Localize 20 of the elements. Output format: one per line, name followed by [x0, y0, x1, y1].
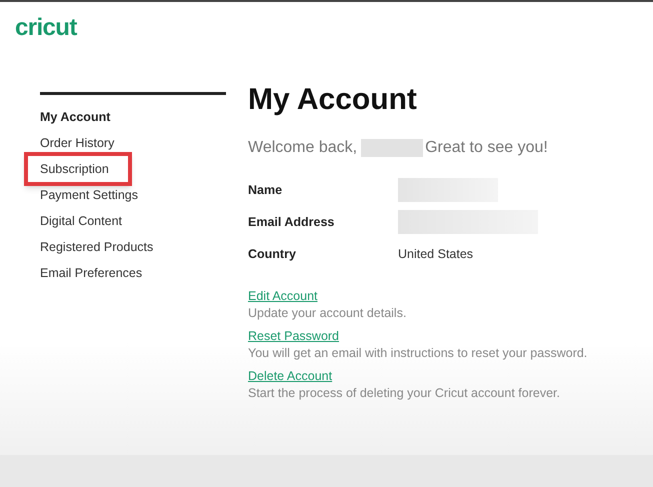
sidebar-item[interactable]: Digital Content [40, 212, 122, 230]
sidebar-item[interactable]: Payment Settings [40, 186, 138, 204]
field-label: Name [248, 182, 284, 199]
action-description: Update your account details. [248, 305, 406, 322]
welcome-text: Welcome back, [248, 138, 358, 158]
welcome-text: Great to see you! [425, 138, 548, 158]
logo[interactable]: cricut [15, 14, 77, 41]
field-label: Country [248, 246, 297, 263]
action-link[interactable]: Edit Account [248, 288, 318, 305]
field-value: United States [398, 246, 474, 263]
sidebar-item[interactable]: Subscription [40, 160, 109, 178]
sidebar-item[interactable]: Email Preferences [40, 264, 142, 282]
action-link[interactable]: Reset Password [248, 328, 340, 345]
sidebar-item[interactable]: My Account [40, 108, 110, 126]
page-title: My Account [248, 82, 418, 118]
sidebar-item[interactable]: Order History [40, 134, 114, 152]
action-description: You will get an email with instructions to reset your password. [248, 345, 588, 362]
sidebar-item[interactable]: Registered Products [40, 238, 154, 256]
field-label: Email Address [248, 214, 336, 231]
action-description: Start the process of deleting your Cricut account forever. [248, 385, 560, 402]
